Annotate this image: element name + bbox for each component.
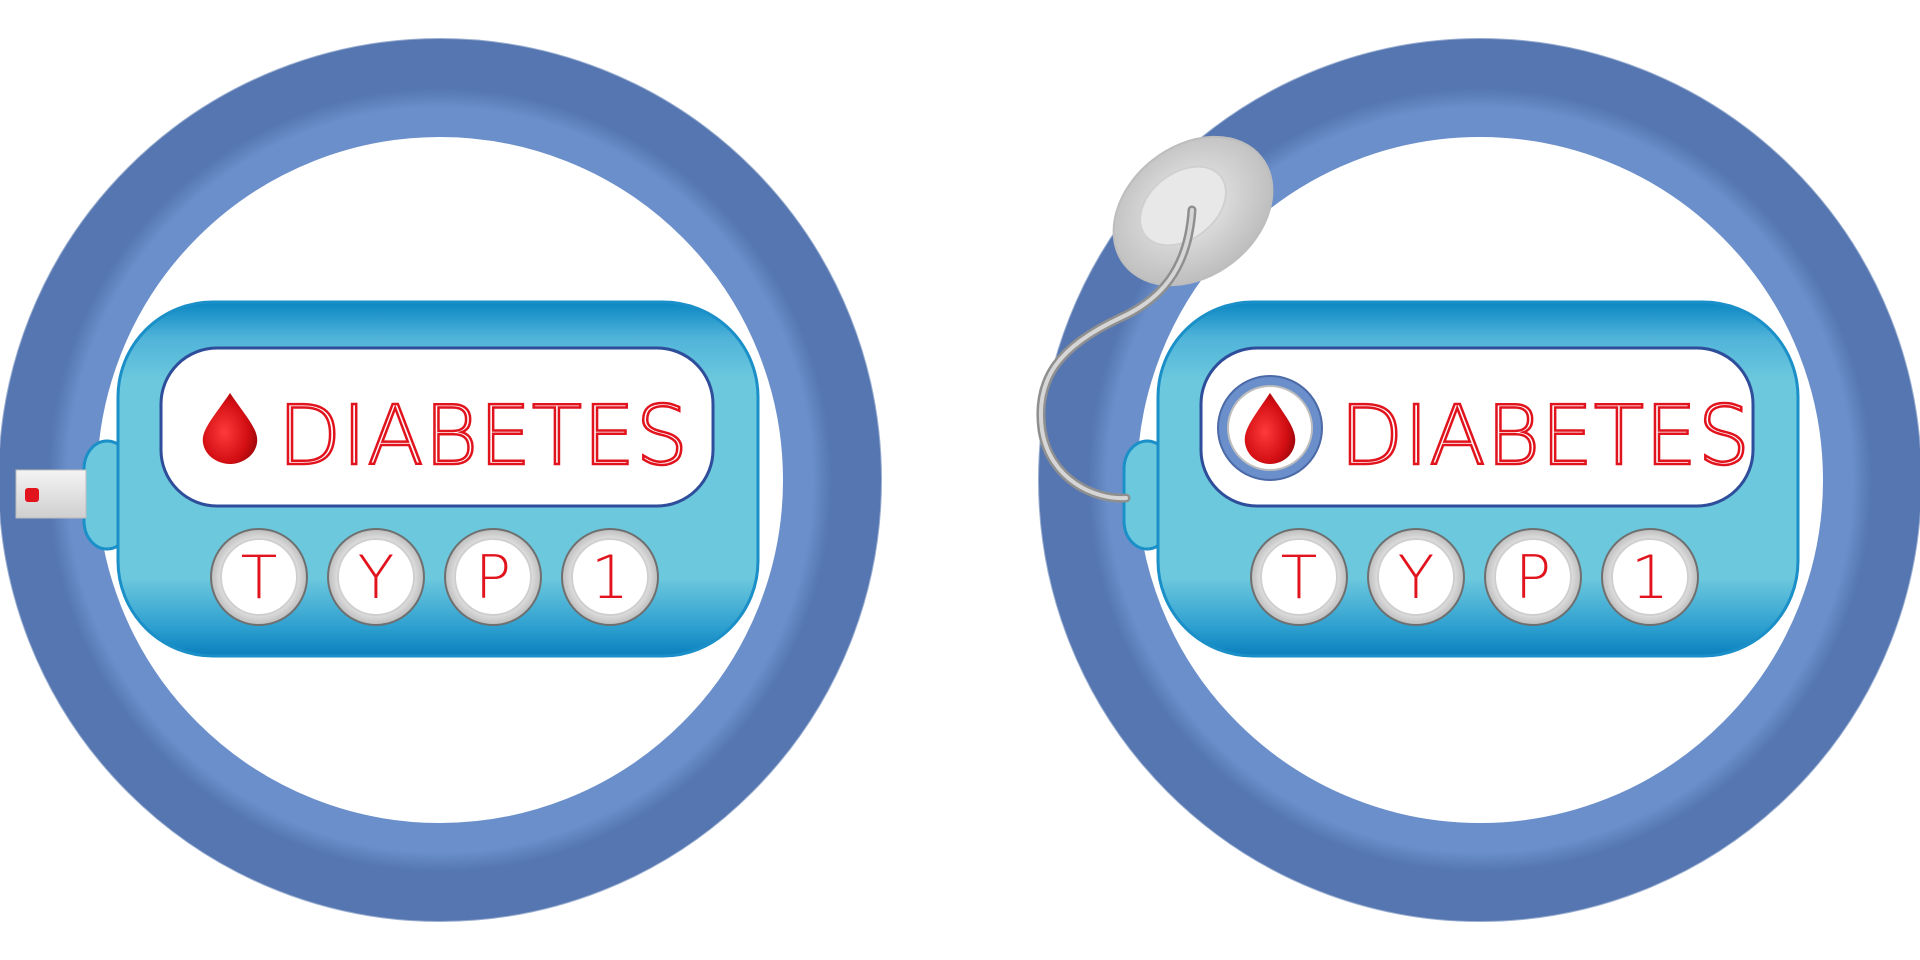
pump-title-right: DIABETES [1340,389,1751,484]
badge-right: DIABETES T Y P 1 [1036,38,1920,922]
button-1[interactable]: 1 [561,528,659,626]
button-y[interactable]: Y [327,528,425,626]
button-p[interactable]: P [1484,528,1582,626]
button-t[interactable]: T [210,528,308,626]
button-label: 1 [1631,543,1669,613]
button-label: P [1515,543,1551,613]
button-label: P [475,543,511,613]
blood-drop-button[interactable] [1217,375,1323,481]
button-label: 1 [591,543,629,613]
button-1[interactable]: 1 [1601,528,1699,626]
meter-title-left: DIABETES [278,389,689,484]
badge-left: DIABETES T Y P 1 [0,38,882,922]
button-p[interactable]: P [444,528,542,626]
canvas: DIABETES T Y P 1 DIABETES T Y P 1 [0,0,1920,960]
button-label: T [1281,543,1318,613]
button-label: Y [358,543,395,613]
button-label: Y [1398,543,1435,613]
test-strip-icon [15,469,87,519]
button-t[interactable]: T [1250,528,1348,626]
button-label: T [241,543,278,613]
illustration: DIABETES T Y P 1 DIABETES T Y P 1 [0,38,1920,922]
button-y[interactable]: Y [1367,528,1465,626]
